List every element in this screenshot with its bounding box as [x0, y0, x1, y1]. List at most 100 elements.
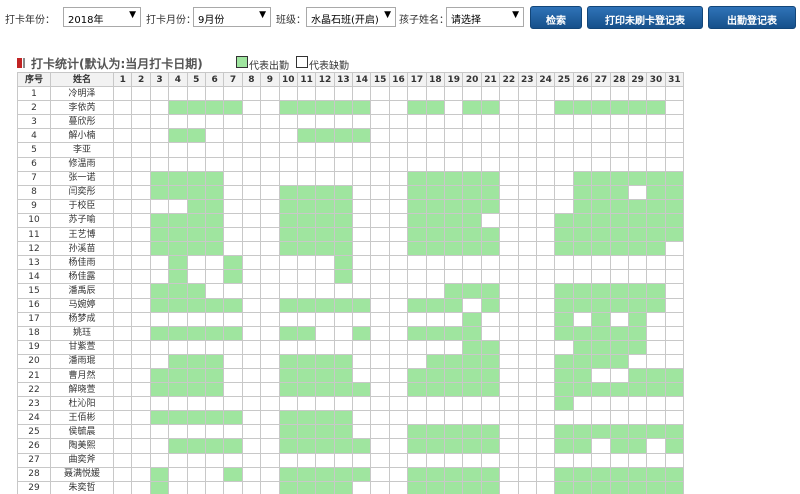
attendance-cell-present — [572, 198, 593, 214]
attendance-cell-absent — [480, 212, 501, 229]
child-name: 修温雨 — [50, 156, 114, 172]
attendance-cell-present — [168, 212, 188, 229]
attendance-cell-present — [444, 480, 464, 494]
attendance-cell-absent — [572, 396, 593, 412]
attendance-cell-present — [168, 325, 188, 341]
attendance-cell-absent — [260, 142, 280, 158]
attendance-cell-absent — [131, 227, 151, 243]
attendance-cell-absent — [388, 241, 409, 257]
attendance-cell-absent — [370, 86, 390, 102]
attendance-cell-present — [296, 367, 317, 384]
attendance-cell-absent — [535, 184, 556, 200]
attendance-cell-absent — [333, 142, 354, 158]
attendance-cell-absent — [554, 410, 574, 426]
attendance-cell-absent — [646, 255, 666, 271]
attendance-cell-present — [664, 438, 685, 454]
attendance-cell-absent — [646, 410, 666, 426]
row-index: 1 — [17, 86, 51, 102]
attendance-cell-absent — [131, 212, 151, 229]
attendance-cell-absent — [591, 142, 611, 158]
class-select[interactable]: 水晶石班(开启) ▼ — [306, 7, 396, 27]
attendance-cell-present — [315, 353, 335, 369]
attendance-cell-absent — [499, 466, 519, 482]
attendance-cell-absent — [131, 438, 151, 454]
attendance-cell-absent — [480, 114, 501, 130]
attendance-cell-present — [462, 100, 482, 116]
attendance-cell-absent — [186, 255, 206, 271]
attendance-cell-absent — [241, 325, 262, 341]
attendance-cell-absent — [664, 128, 685, 144]
attendance-cell-present — [462, 170, 482, 186]
attendance-cell-present — [168, 184, 188, 200]
attendance-cell-absent — [186, 452, 206, 468]
attendance-cell-absent — [186, 269, 206, 285]
header-day: 20 — [462, 71, 482, 88]
attendance-cell-present — [204, 227, 225, 243]
child-name: 马婉婷 — [50, 297, 114, 313]
chevron-down-icon: ▼ — [512, 10, 519, 20]
attendance-cell-present — [186, 382, 206, 398]
attendance-cell-absent — [499, 382, 519, 398]
attendance-cell-present — [425, 353, 446, 369]
attendance-cell-present — [204, 241, 225, 257]
attendance-cell-absent — [517, 480, 537, 494]
child-select[interactable]: 请选择 ▼ — [446, 7, 524, 27]
child-name: 曹月然 — [50, 367, 114, 384]
attendance-cell-absent — [241, 283, 262, 299]
attendance-cell-absent — [535, 480, 556, 494]
header-day: 7 — [223, 71, 243, 88]
attendance-cell-present — [646, 367, 666, 384]
attendance-cell-present — [646, 170, 666, 186]
print-unchecked-button[interactable]: 打印未刷卡登记表 — [587, 6, 703, 29]
attendance-cell-present — [425, 198, 446, 214]
attendance-cell-absent — [388, 128, 409, 144]
attendance-cell-present — [333, 128, 354, 144]
attendance-cell-absent — [370, 269, 390, 285]
attendance-cell-present — [223, 255, 243, 271]
year-select[interactable]: 2018年 ▼ — [63, 7, 141, 27]
attendance-cell-absent — [407, 283, 427, 299]
row-index: 10 — [17, 212, 51, 229]
attendance-cell-absent — [499, 269, 519, 285]
attendance-cell-absent — [241, 86, 262, 102]
attendance-cell-absent — [370, 184, 390, 200]
attendance-cell-present — [315, 227, 335, 243]
attendance-cell-absent — [223, 227, 243, 243]
attendance-cell-present — [572, 367, 593, 384]
attendance-cell-absent — [112, 311, 133, 327]
attendance-cell-present — [444, 198, 464, 214]
attendance-cell-absent — [149, 86, 170, 102]
attendance-cell-absent — [204, 86, 225, 102]
attendance-cell-present — [407, 198, 427, 214]
attendance-cell-present — [444, 241, 464, 257]
header-day: 24 — [535, 71, 556, 88]
attendance-cell-absent — [278, 142, 298, 158]
month-select[interactable]: 9月份 ▼ — [193, 7, 271, 27]
attendance-cell-present — [480, 438, 501, 454]
attendance-cell-present — [444, 466, 464, 482]
attendance-cell-absent — [241, 212, 262, 229]
child-label: 孩子姓名： — [399, 15, 449, 26]
attendance-cell-absent — [352, 480, 372, 494]
attendance-cell-present — [646, 184, 666, 200]
attendance-cell-absent — [204, 396, 225, 412]
attendance-cell-present — [627, 424, 648, 440]
filter-toolbar: 打卡年份： 2018年 ▼ 打卡月份： 9月份 ▼ 班级： 水晶石班(开启) ▼ 孩子… — [0, 0, 800, 36]
attendance-cell-absent — [204, 424, 225, 440]
attendance-cell-absent — [370, 438, 390, 454]
attendance-cell-absent — [499, 367, 519, 384]
attendance-cell-absent — [296, 339, 317, 355]
attendance-cell-absent — [131, 297, 151, 313]
attendance-cell-absent — [315, 339, 335, 355]
attendance-cell-absent — [425, 128, 446, 144]
attendance-cell-absent — [517, 227, 537, 243]
attendance-cell-present — [425, 100, 446, 116]
attendance-cell-absent — [112, 410, 133, 426]
attendance-cell-present — [591, 325, 611, 341]
row-index: 21 — [17, 367, 51, 384]
search-button[interactable]: 检索 — [530, 6, 582, 29]
attendance-cell-absent — [370, 227, 390, 243]
child-name: 侯毓晨 — [50, 424, 114, 440]
attendance-register-button[interactable]: 出勤登记表 — [708, 6, 796, 29]
attendance-cell-absent — [278, 339, 298, 355]
